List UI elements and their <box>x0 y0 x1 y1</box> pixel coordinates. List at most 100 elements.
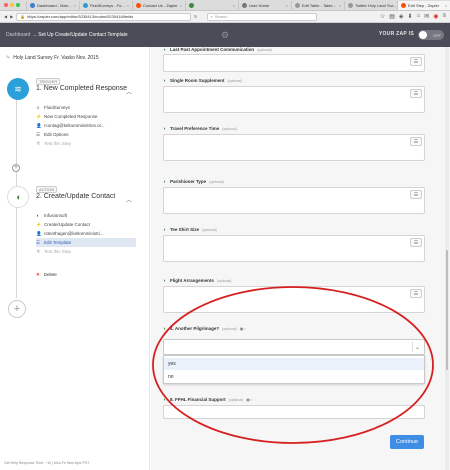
tab-label: Contact Us - Zapier <box>143 2 178 8</box>
search-placeholder: Search <box>214 14 228 19</box>
field-input[interactable]: ☰ <box>163 54 425 72</box>
insert-field-icon[interactable]: ☰ <box>410 57 422 66</box>
close-tab-icon[interactable]: × <box>127 3 129 8</box>
tab-favicon <box>30 2 35 8</box>
form-field: ◖ Parishioner Type (optional) ☰ <box>163 179 425 214</box>
tab-label: Twitter Holy Land Sur... <box>355 2 397 8</box>
step-item-label: Infusionsoft <box>44 213 68 218</box>
delete-label: Delete <box>43 272 57 277</box>
step-item-icon: ⚡ <box>36 221 42 227</box>
menu-icon[interactable]: ≡ <box>442 13 446 20</box>
delete-icon: ✕ <box>36 272 40 277</box>
browser-tab[interactable]: User Home × <box>238 0 291 10</box>
step-item-label: Create/Update Contact <box>44 222 91 227</box>
field-label: ◖ Parishioner Type (optional) <box>163 179 425 185</box>
field-label-text: Travel Preference Time <box>170 126 220 131</box>
delete-step-button[interactable]: ✕ Delete <box>36 272 57 278</box>
step-item[interactable]: ⚡ New Completed Response <box>36 112 136 121</box>
optional-tag: (optional) <box>227 78 243 83</box>
back-icon[interactable]: ◀ <box>4 14 7 19</box>
insert-field-icon[interactable]: ☰ <box>410 238 422 247</box>
field-input[interactable]: ☰ <box>163 187 425 214</box>
step-item[interactable]: 👤 rstenthagen@keltomministri... <box>36 229 136 238</box>
zoom-window-button[interactable] <box>16 3 20 7</box>
field-label: ◖ Last Past Appointment Communication (opt… <box>163 47 425 53</box>
url-bar[interactable]: 🔒 https://zapier.com/app/editor/5235413/… <box>16 12 192 21</box>
browser-tab[interactable]: Dashboard - Marl... × <box>26 0 79 10</box>
step-item[interactable]: ≡ FluidSurveys <box>36 103 136 112</box>
infusionsoft-icon: ◖ <box>7 186 29 208</box>
add-step-button[interactable]: + <box>12 164 20 172</box>
step-item[interactable]: ⚗ Test this Step <box>36 247 136 256</box>
zap-status-label: YOUR ZAP IS <box>378 31 414 37</box>
tab-favicon <box>83 2 88 8</box>
breadcrumb-dashboard-link[interactable]: Dashboard <box>6 32 30 38</box>
pocket-icon[interactable]: ◈ <box>399 13 404 20</box>
browser-tab[interactable]: Twitter Holy Land Sur...× <box>344 0 397 10</box>
chevron-up-icon[interactable]: ︿ <box>126 195 132 204</box>
field-input[interactable]: ☰ <box>163 235 425 262</box>
close-window-button[interactable] <box>4 3 8 7</box>
step-item[interactable]: ⚡ Create/Update Contact <box>36 220 136 229</box>
step-item-icon: ⚡ <box>36 113 42 119</box>
step-item-icon: ≡ <box>36 105 40 110</box>
star-icon[interactable]: ☆ <box>380 13 385 20</box>
insert-field-icon[interactable]: ☰ <box>410 89 422 98</box>
home-icon[interactable]: ⌂ <box>417 13 421 20</box>
step-item-label: FluidSurveys <box>44 105 71 110</box>
close-tab-icon[interactable]: × <box>286 3 288 8</box>
forward-icon[interactable]: ▶ <box>10 14 13 19</box>
add-step-bottom-button[interactable]: + <box>8 300 26 318</box>
close-tab-icon[interactable]: × <box>180 3 182 8</box>
step-item-label: rstenthagen@keltomministri... <box>44 231 104 236</box>
download-icon[interactable]: ⬇ <box>408 13 413 20</box>
field-input[interactable]: ☰ <box>163 86 425 113</box>
field-label: ◖ Travel Preference Time (optional) <box>163 126 425 132</box>
extension-icon[interactable]: ◉ <box>433 13 438 20</box>
reload-icon[interactable]: ↻ <box>194 14 197 19</box>
zap-on-off-toggle[interactable]: OFF <box>418 30 444 40</box>
step-item-icon: 👤 <box>36 230 42 236</box>
step-item[interactable]: ☰ Edit Template <box>36 238 136 247</box>
chat-icon[interactable]: ✉ <box>424 13 429 20</box>
breadcrumb: Dashboard → Set Up Create/Update Contact… <box>6 32 128 38</box>
browser-tab[interactable]: Edit Step - Zapier × <box>397 0 450 10</box>
tab-label: Edit Table - Table... <box>302 2 336 8</box>
help-footer: Get Help Response Time: ~1h | Mon-Fri 9a… <box>4 461 90 465</box>
browser-tab[interactable]: Contact Us - Zapier × <box>132 0 185 10</box>
insert-field-icon[interactable]: ☰ <box>410 190 422 199</box>
step-item[interactable]: ⚗ Test this Step <box>36 139 136 148</box>
infusionsoft-icon: ◖ <box>163 126 167 132</box>
step-item[interactable]: 👤 rcontag@keltomministries.or... <box>36 121 136 130</box>
close-tab-icon[interactable]: × <box>339 3 341 8</box>
step-item-icon: ◐ <box>36 213 40 218</box>
browser-tab[interactable]: Edit Table - Table... × <box>291 0 344 10</box>
url-text: https://zapier.com/app/editor/5235413/no… <box>27 14 134 19</box>
gear-icon[interactable]: ⚙ <box>221 30 229 41</box>
step-item[interactable]: ☰ Edit Options <box>36 130 136 139</box>
step-item-label: New Completed Response <box>44 114 98 119</box>
browser-tab[interactable]: × <box>185 0 238 10</box>
scrollbar-thumb[interactable] <box>446 250 448 370</box>
field-input[interactable]: ☰ <box>163 134 425 161</box>
step-badge: TRIGGER <box>36 78 61 85</box>
close-tab-icon[interactable]: × <box>445 3 447 8</box>
toggle-label: OFF <box>433 32 441 38</box>
reading-list-icon[interactable]: ▤ <box>389 13 395 20</box>
step-item-label: Edit Options <box>44 132 69 137</box>
app-header: Dashboard → Set Up Create/Update Contact… <box>0 23 450 47</box>
insert-field-icon[interactable]: ☰ <box>410 137 422 146</box>
browser-tab[interactable]: FluidSurveys - Fo... × <box>79 0 132 10</box>
window-controls <box>0 3 26 7</box>
close-tab-icon[interactable]: × <box>233 3 235 8</box>
minimize-window-button[interactable] <box>10 3 14 7</box>
tab-favicon <box>348 2 353 8</box>
step-item-label: Test this Step <box>44 141 72 146</box>
close-tab-icon[interactable]: × <box>74 3 76 8</box>
step-item[interactable]: ◐ Infusionsoft <box>36 211 136 220</box>
tab-favicon <box>401 2 406 8</box>
zap-title[interactable]: ✎ Holy Land Survey Fr. Vasko Nov. 2015 <box>6 55 99 61</box>
chevron-up-icon[interactable]: ︿ <box>126 87 132 96</box>
browser-search-input[interactable]: ⌕ Search <box>206 12 317 21</box>
infusionsoft-icon: ◖ <box>163 227 167 233</box>
